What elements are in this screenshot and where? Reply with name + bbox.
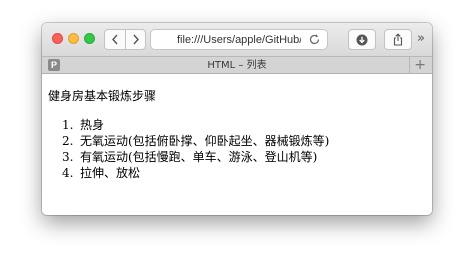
browser-toolbar: file:///Users/apple/GitHub/R » bbox=[42, 23, 432, 57]
tab-bar: P HTML – 列表 + bbox=[42, 57, 432, 74]
share-button[interactable] bbox=[384, 29, 412, 50]
tab-title[interactable]: HTML – 列表 bbox=[42, 57, 432, 74]
navigation-buttons bbox=[104, 29, 146, 50]
overflow-button[interactable]: » bbox=[417, 31, 425, 47]
list-item-text: 无氧运动(包括俯卧撑、仰卧起坐、器械锻炼等) bbox=[80, 134, 330, 148]
address-bar[interactable]: file:///Users/apple/GitHub/R bbox=[150, 29, 328, 50]
forward-button[interactable] bbox=[125, 30, 145, 49]
back-button[interactable] bbox=[105, 30, 125, 49]
page-content: 健身房基本锻炼步骤 1. 热身 2. 无氧运动(包括俯卧撑、仰卧起坐、器械锻炼等) … bbox=[42, 74, 432, 215]
list-item-number: 3. bbox=[62, 150, 74, 164]
new-tab-button[interactable]: + bbox=[414, 57, 426, 74]
chevron-right-icon bbox=[132, 34, 139, 45]
tab-divider bbox=[409, 57, 410, 74]
browser-window: file:///Users/apple/GitHub/R » P HTML – … bbox=[42, 23, 432, 215]
close-window-button[interactable] bbox=[52, 33, 63, 44]
list-item-text: 拉伸、放松 bbox=[80, 166, 141, 180]
list-item-number: 1. bbox=[62, 118, 74, 132]
list-item: 2. 无氧运动(包括俯卧撑、仰卧起坐、器械锻炼等) bbox=[62, 133, 329, 149]
minimize-window-button[interactable] bbox=[68, 33, 79, 44]
list-item-number: 4. bbox=[62, 166, 74, 180]
list-item-text: 有氧运动(包括慢跑、单车、游泳、登山机等) bbox=[80, 150, 318, 164]
reload-icon[interactable] bbox=[308, 33, 321, 46]
list-item-number: 2. bbox=[62, 134, 74, 148]
chevron-left-icon bbox=[112, 34, 118, 45]
address-url: file:///Users/apple/GitHub/R bbox=[177, 33, 301, 46]
list-item: 4. 拉伸、放松 bbox=[62, 165, 329, 181]
list-item: 1. 热身 bbox=[62, 117, 329, 133]
list-item-text: 热身 bbox=[80, 118, 105, 132]
zoom-window-button[interactable] bbox=[84, 33, 95, 44]
download-button[interactable] bbox=[348, 29, 376, 50]
download-icon bbox=[356, 34, 368, 45]
ordered-list: 1. 热身 2. 无氧运动(包括俯卧撑、仰卧起坐、器械锻炼等) 3. 有氧运动(包括慢… bbox=[62, 117, 329, 181]
list-item: 3. 有氧运动(包括慢跑、单车、游泳、登山机等) bbox=[62, 149, 329, 165]
page-heading: 健身房基本锻炼步骤 bbox=[48, 89, 157, 103]
share-icon bbox=[393, 33, 403, 46]
